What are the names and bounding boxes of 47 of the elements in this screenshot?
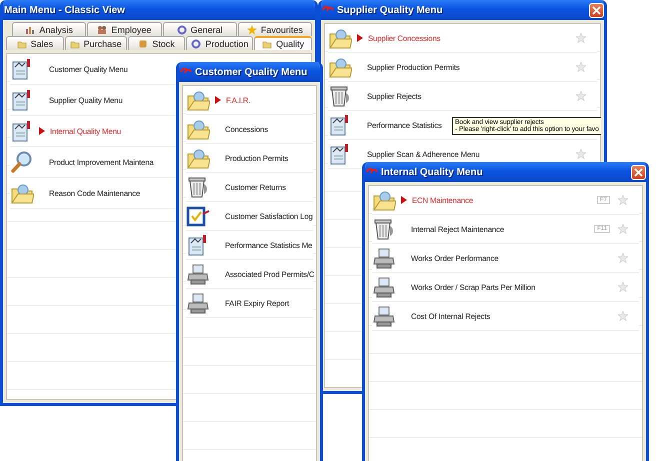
printer-icon [186,262,210,286]
arrow-icon [215,96,221,104]
tab[interactable]: Quality [254,36,312,50]
tab[interactable]: Analysis [12,22,86,36]
window-title: Main Menu - Classic View [4,4,126,16]
favourite-star-icon[interactable] [618,253,628,263]
folder-icon [70,41,79,48]
arrow-icon [39,127,45,135]
close-icon [634,168,643,176]
tab[interactable]: Sales [6,36,64,50]
close-button[interactable] [589,2,604,18]
trash-can-icon [372,217,396,241]
favourite-star-icon[interactable] [618,195,628,205]
favourite-star-icon[interactable] [576,149,586,159]
box-icon [140,40,147,47]
favourite-star-icon[interactable] [618,282,628,292]
folder-icon [17,41,26,48]
folder-icon [262,42,272,48]
tab[interactable]: General [162,22,237,36]
close-icon [592,6,601,14]
close-button[interactable] [631,164,646,180]
arrow-icon [401,196,407,204]
search-icon [10,150,34,174]
printer-icon [372,275,396,299]
star-icon [246,24,257,34]
window-title: Customer Quality Menu [195,66,308,78]
tab[interactable]: Production [186,36,254,50]
chart-icon [26,26,34,34]
window-title: Supplier Quality Menu [337,4,444,16]
printer-icon [186,291,210,315]
people-icon [98,26,106,34]
favourite-star-icon[interactable] [618,224,628,234]
favourite-star-icon[interactable] [618,311,628,321]
checklist-icon [186,204,210,228]
arrow-icon [357,34,363,42]
favourite-star-icon[interactable] [576,91,586,101]
trash-can-icon [328,84,352,108]
tab[interactable]: Favourites [238,22,312,36]
tab[interactable]: Purchase [64,36,127,50]
tab[interactable]: Employee [87,22,162,36]
favourite-star-icon[interactable] [576,33,586,43]
favourite-star-icon[interactable] [576,62,586,72]
tab[interactable]: Stock [128,36,186,50]
window-title: Internal Quality Menu [381,166,484,178]
trash-can-icon [186,175,210,199]
printer-icon [372,246,396,270]
printer-icon [372,304,396,328]
